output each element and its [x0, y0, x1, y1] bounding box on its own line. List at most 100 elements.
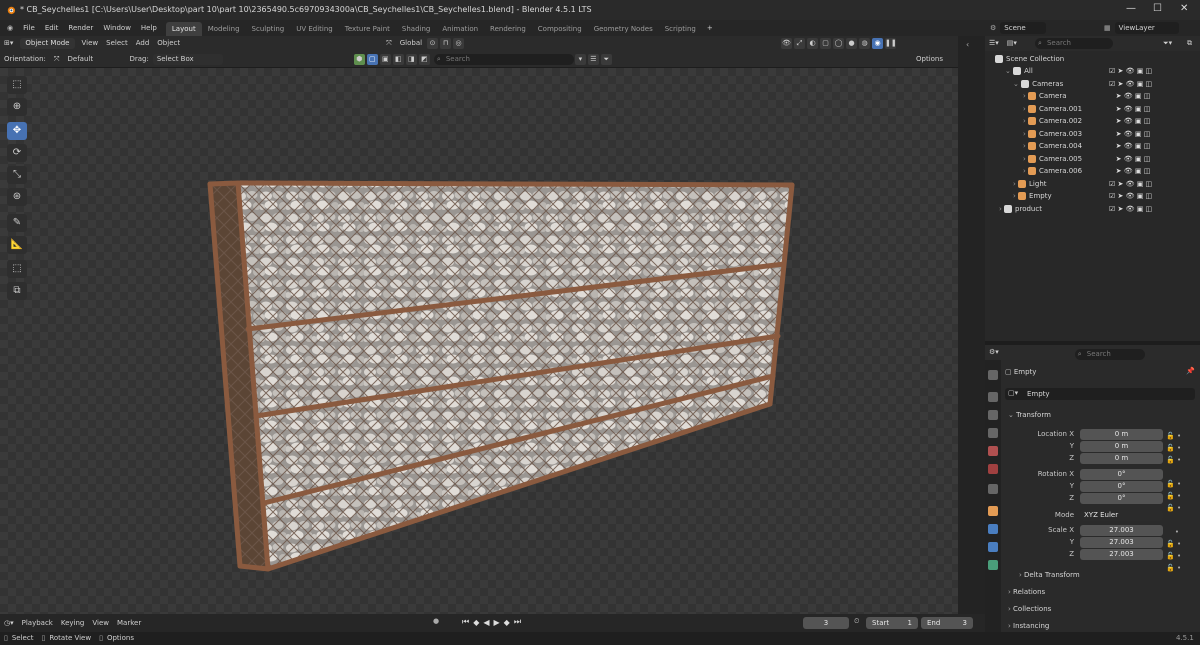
select-invert-icon[interactable]: ◨: [405, 53, 417, 65]
instancing-section[interactable]: › Instancing: [1008, 622, 1049, 630]
outliner-row-empty[interactable]: › Empty: [1013, 190, 1052, 202]
collapse-icon[interactable]: ‹: [966, 40, 969, 49]
tool-list-icon[interactable]: ☰: [587, 53, 599, 65]
viewport-menu-view[interactable]: View: [78, 36, 103, 51]
delta-transform-section[interactable]: › Delta Transform: [1019, 571, 1080, 579]
measure-icon[interactable]: 📐: [7, 236, 27, 254]
rotation-z-field[interactable]: 0°: [1080, 493, 1163, 504]
visibility-toggles[interactable]: ☑ ➤ 👁 ▣ ◫: [1109, 190, 1152, 203]
tab-uv-editing[interactable]: UV Editing: [290, 22, 339, 36]
timeline-menu-view[interactable]: View: [88, 616, 113, 631]
menu-edit[interactable]: Edit: [40, 20, 64, 36]
solid-shading-icon[interactable]: ●: [846, 38, 857, 49]
tab-layout[interactable]: Layout: [165, 21, 202, 36]
tool-filter-icon[interactable]: ▾: [574, 53, 586, 65]
jump-start-icon[interactable]: ⏮: [462, 617, 469, 627]
visibility-toggles[interactable]: ☑ ➤ 👁 ▣ ◫: [1109, 178, 1152, 191]
viewport-menu-add[interactable]: Add: [132, 36, 154, 51]
outliner-row-camera-005[interactable]: › Camera.005: [1023, 153, 1082, 165]
transform-orientation-dropdown[interactable]: Global: [396, 36, 426, 51]
add-workspace-button[interactable]: +: [702, 20, 718, 36]
visibility-toggles[interactable]: ➤ 👁 ▣ ◫: [1109, 128, 1152, 141]
collections-section[interactable]: › Collections: [1008, 605, 1051, 613]
rotate-icon[interactable]: ⟳: [7, 144, 27, 162]
outliner-row-camera-004[interactable]: › Camera.004: [1023, 140, 1082, 152]
location-z-field[interactable]: 0 m: [1080, 453, 1163, 464]
scene-tab-icon[interactable]: [988, 446, 998, 456]
outliner-row-camera-006[interactable]: › Camera.006: [1023, 165, 1082, 177]
tab-rendering[interactable]: Rendering: [484, 22, 532, 36]
outliner-editor-icon[interactable]: ☰▾: [985, 36, 1003, 51]
select-subtract-icon[interactable]: ◧: [392, 53, 404, 65]
tab-compositing[interactable]: Compositing: [532, 22, 588, 36]
cursor-icon[interactable]: ⊕: [7, 98, 27, 116]
start-frame-field[interactable]: Start 1: [866, 617, 918, 629]
current-frame-field[interactable]: 3: [803, 617, 849, 629]
object-tab-icon[interactable]: [988, 506, 998, 516]
checkbox-icon[interactable]: ☑ ➤ 👁 ▣ ◫: [1109, 78, 1152, 91]
location-y-field[interactable]: 0 m: [1080, 441, 1163, 452]
pivot-icon[interactable]: ⊙: [427, 38, 439, 49]
visibility-icon[interactable]: 👁: [781, 38, 792, 49]
relations-section[interactable]: › Relations: [1008, 588, 1045, 596]
outliner-row-camera-002[interactable]: › Camera.002: [1023, 115, 1082, 127]
rotation-x-field[interactable]: 0°: [1080, 469, 1163, 480]
visibility-toggles[interactable]: ➤ 👁 ▣ ◫: [1109, 165, 1152, 178]
visibility-toggles[interactable]: ➤ 👁 ▣ ◫: [1109, 153, 1152, 166]
timeline-menu-playback[interactable]: Playback: [18, 616, 57, 631]
data-tab-icon[interactable]: [988, 560, 998, 570]
lock-toggles[interactable]: 🔓 • 🔓 • 🔓 • 🔓 • 🔓 • 🔓 • • 🔓 • 🔓 • 🔓 •: [1166, 430, 1181, 574]
output-tab-icon[interactable]: [988, 410, 998, 420]
outliner-row-all[interactable]: ⌄ All: [1005, 65, 1033, 77]
auto-keying-icon[interactable]: ●: [433, 617, 439, 625]
timeline-menu-marker[interactable]: Marker: [113, 616, 145, 631]
orientation-dropdown[interactable]: Default: [64, 52, 126, 67]
outliner-row-camera[interactable]: › Camera: [1023, 90, 1067, 102]
timeline-editor-icon[interactable]: ◷▾: [0, 616, 18, 631]
select-extend-icon[interactable]: ▣: [379, 53, 391, 65]
world-tab-icon[interactable]: [988, 464, 998, 474]
outliner-row-camera-003[interactable]: › Camera.003: [1023, 128, 1082, 140]
viewport-menu-select[interactable]: Select: [102, 36, 132, 51]
scale-z-field[interactable]: 27.003: [1080, 549, 1163, 560]
new-collection-icon[interactable]: ⧉: [1183, 36, 1196, 51]
add-cube-icon[interactable]: ⬚: [7, 260, 27, 278]
pin-icon[interactable]: 📌: [1186, 367, 1195, 375]
clock-icon[interactable]: ⏲: [854, 617, 859, 626]
overlay-icon[interactable]: ◐: [807, 38, 818, 49]
collection-tab-icon[interactable]: [988, 484, 998, 494]
properties-search-input[interactable]: Search: [1074, 349, 1145, 360]
scale-y-field[interactable]: 27.003: [1080, 537, 1163, 548]
prev-keyframe-icon[interactable]: ◆: [473, 618, 479, 627]
cursor-select-icon[interactable]: ⬚: [7, 76, 27, 94]
next-keyframe-icon[interactable]: ◆: [504, 618, 510, 627]
physics-tab-icon[interactable]: [988, 524, 998, 534]
options-dropdown[interactable]: Options: [912, 52, 947, 67]
outliner-row-light[interactable]: › Light: [1013, 178, 1047, 190]
timeline-menu-keying[interactable]: Keying: [57, 616, 89, 631]
visibility-toggles[interactable]: ➤ 👁 ▣ ◫: [1109, 103, 1152, 116]
outliner-filter-icon[interactable]: ⏷▾: [1159, 36, 1176, 51]
material-shading-icon[interactable]: ◍: [859, 38, 870, 49]
rotation-y-field[interactable]: 0°: [1080, 481, 1163, 492]
outliner-row-product[interactable]: › product: [999, 203, 1042, 215]
object-mode-dropdown[interactable]: Object Mode: [20, 38, 75, 49]
transform-section-header[interactable]: ⌄ Transform: [1008, 411, 1051, 419]
tab-shading[interactable]: Shading: [396, 22, 436, 36]
tool-search-input[interactable]: Search: [433, 53, 574, 65]
maximize-button[interactable]: ☐: [1153, 3, 1162, 14]
transform-icon[interactable]: ⊛: [7, 188, 27, 206]
menu-render[interactable]: Render: [63, 20, 98, 36]
minimize-button[interactable]: —: [1126, 3, 1136, 14]
move-icon[interactable]: ✥: [7, 122, 27, 140]
properties-editor-icon[interactable]: ⚙▾: [985, 345, 1003, 360]
tool-tab-icon[interactable]: [988, 370, 998, 380]
visibility-toggles[interactable]: ➤ 👁 ▣ ◫: [1109, 140, 1152, 153]
render-tab-icon[interactable]: [988, 392, 998, 402]
view-layer-tab-icon[interactable]: [988, 428, 998, 438]
object-name-field[interactable]: Empty: [1005, 388, 1195, 400]
xray-icon[interactable]: ▢: [820, 38, 831, 49]
snap-icon[interactable]: ⊓: [440, 38, 452, 49]
object-type-icon[interactable]: ⬢: [353, 53, 365, 65]
tab-scripting[interactable]: Scripting: [659, 22, 702, 36]
